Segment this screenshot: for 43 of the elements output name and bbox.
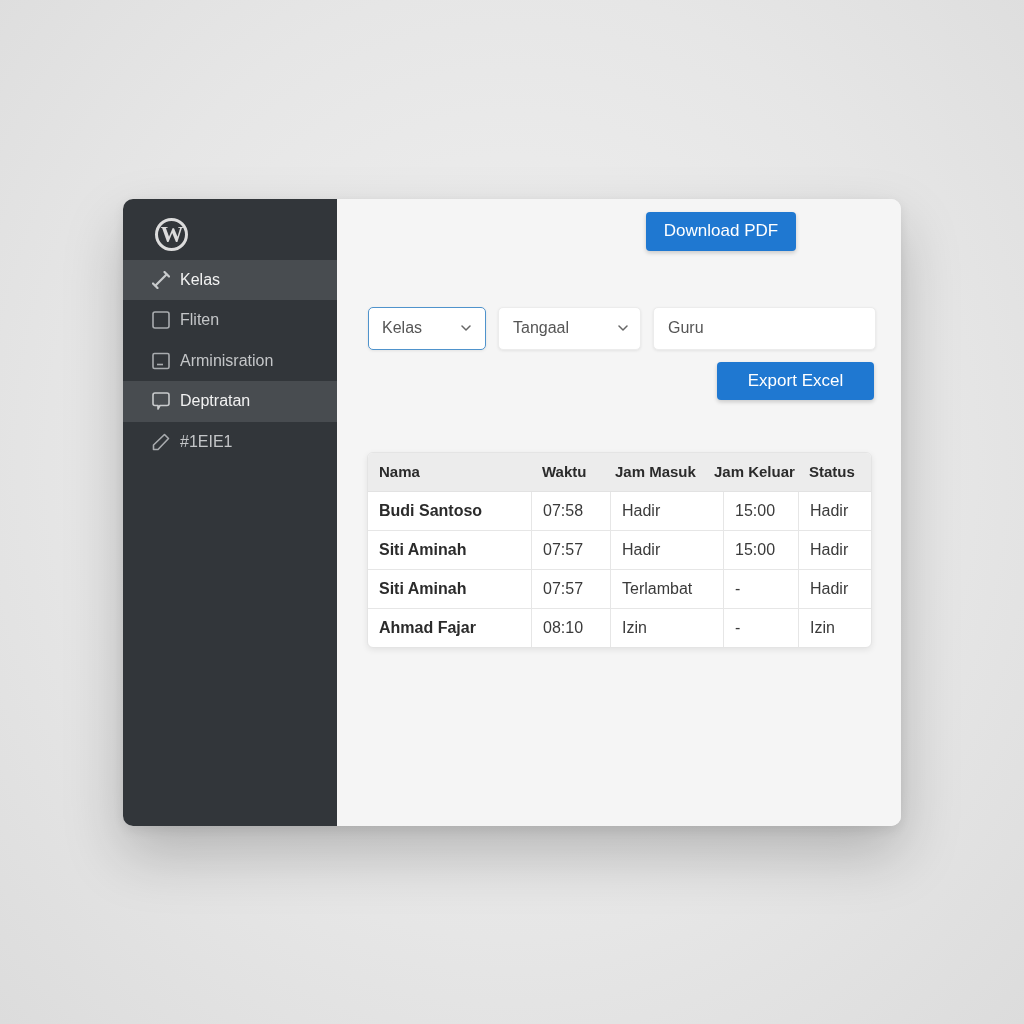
date-dropdown[interactable]: Tangaal — [498, 306, 641, 350]
sidebar-item[interactable]: #1EIE1 — [123, 421, 337, 462]
teacher-field[interactable]: Guru — [653, 306, 876, 350]
table-cell: - — [724, 569, 799, 608]
table-cell: 07:57 — [532, 530, 611, 569]
column-header: Jam Keluar — [714, 463, 795, 480]
column-header: Waktu — [542, 463, 587, 480]
logo: W — [155, 217, 188, 251]
measure-icon — [152, 270, 170, 289]
column-header: Nama — [379, 463, 420, 480]
sidebar-item[interactable]: Deptratan — [123, 381, 337, 422]
table-cell: 07:58 — [532, 491, 611, 530]
square-icon — [152, 311, 170, 330]
table-cell: Siti Aminah — [368, 569, 532, 608]
table-cell: Terlambat — [611, 569, 724, 608]
table-cell: Izin — [611, 608, 724, 647]
comment-icon — [152, 392, 170, 411]
column-header: Status — [809, 463, 855, 480]
column-header: Jam Masuk — [615, 463, 696, 480]
class-dropdown[interactable]: Kelas — [368, 306, 486, 350]
sidebar-item[interactable]: Arminisration — [123, 340, 337, 381]
chevron-down-icon — [618, 325, 628, 331]
table-cell-text: Hadir — [809, 500, 850, 521]
table-cell: 15:00 — [724, 530, 799, 569]
sidebar-item[interactable]: Fliten — [123, 300, 337, 341]
pencil-icon — [152, 432, 170, 451]
table-cell: Hadir — [611, 530, 724, 569]
window-icon — [152, 351, 170, 370]
table-cell: 07:57 — [532, 569, 611, 608]
table-cell: Siti Aminah — [368, 530, 532, 569]
download-pdf-button[interactable]: Download PDF — [646, 211, 796, 251]
table-cell: 08:10 — [532, 608, 611, 647]
table-cell: 15:00 — [724, 491, 799, 530]
table-cell: - — [724, 608, 799, 647]
table-cell-text: Hadir — [809, 578, 850, 599]
table-cell: Ahmad Fajar — [368, 608, 532, 647]
chevron-down-icon — [461, 325, 471, 331]
table-cell-text: Hadir — [809, 539, 850, 560]
export-excel-button[interactable]: Export Excel — [717, 361, 874, 400]
table-cell: Hadir — [611, 491, 724, 530]
table-cell-text: Izin — [809, 617, 836, 638]
table-cell: Budi Santoso — [368, 491, 532, 530]
sidebar-item[interactable]: Kelas — [123, 259, 337, 300]
